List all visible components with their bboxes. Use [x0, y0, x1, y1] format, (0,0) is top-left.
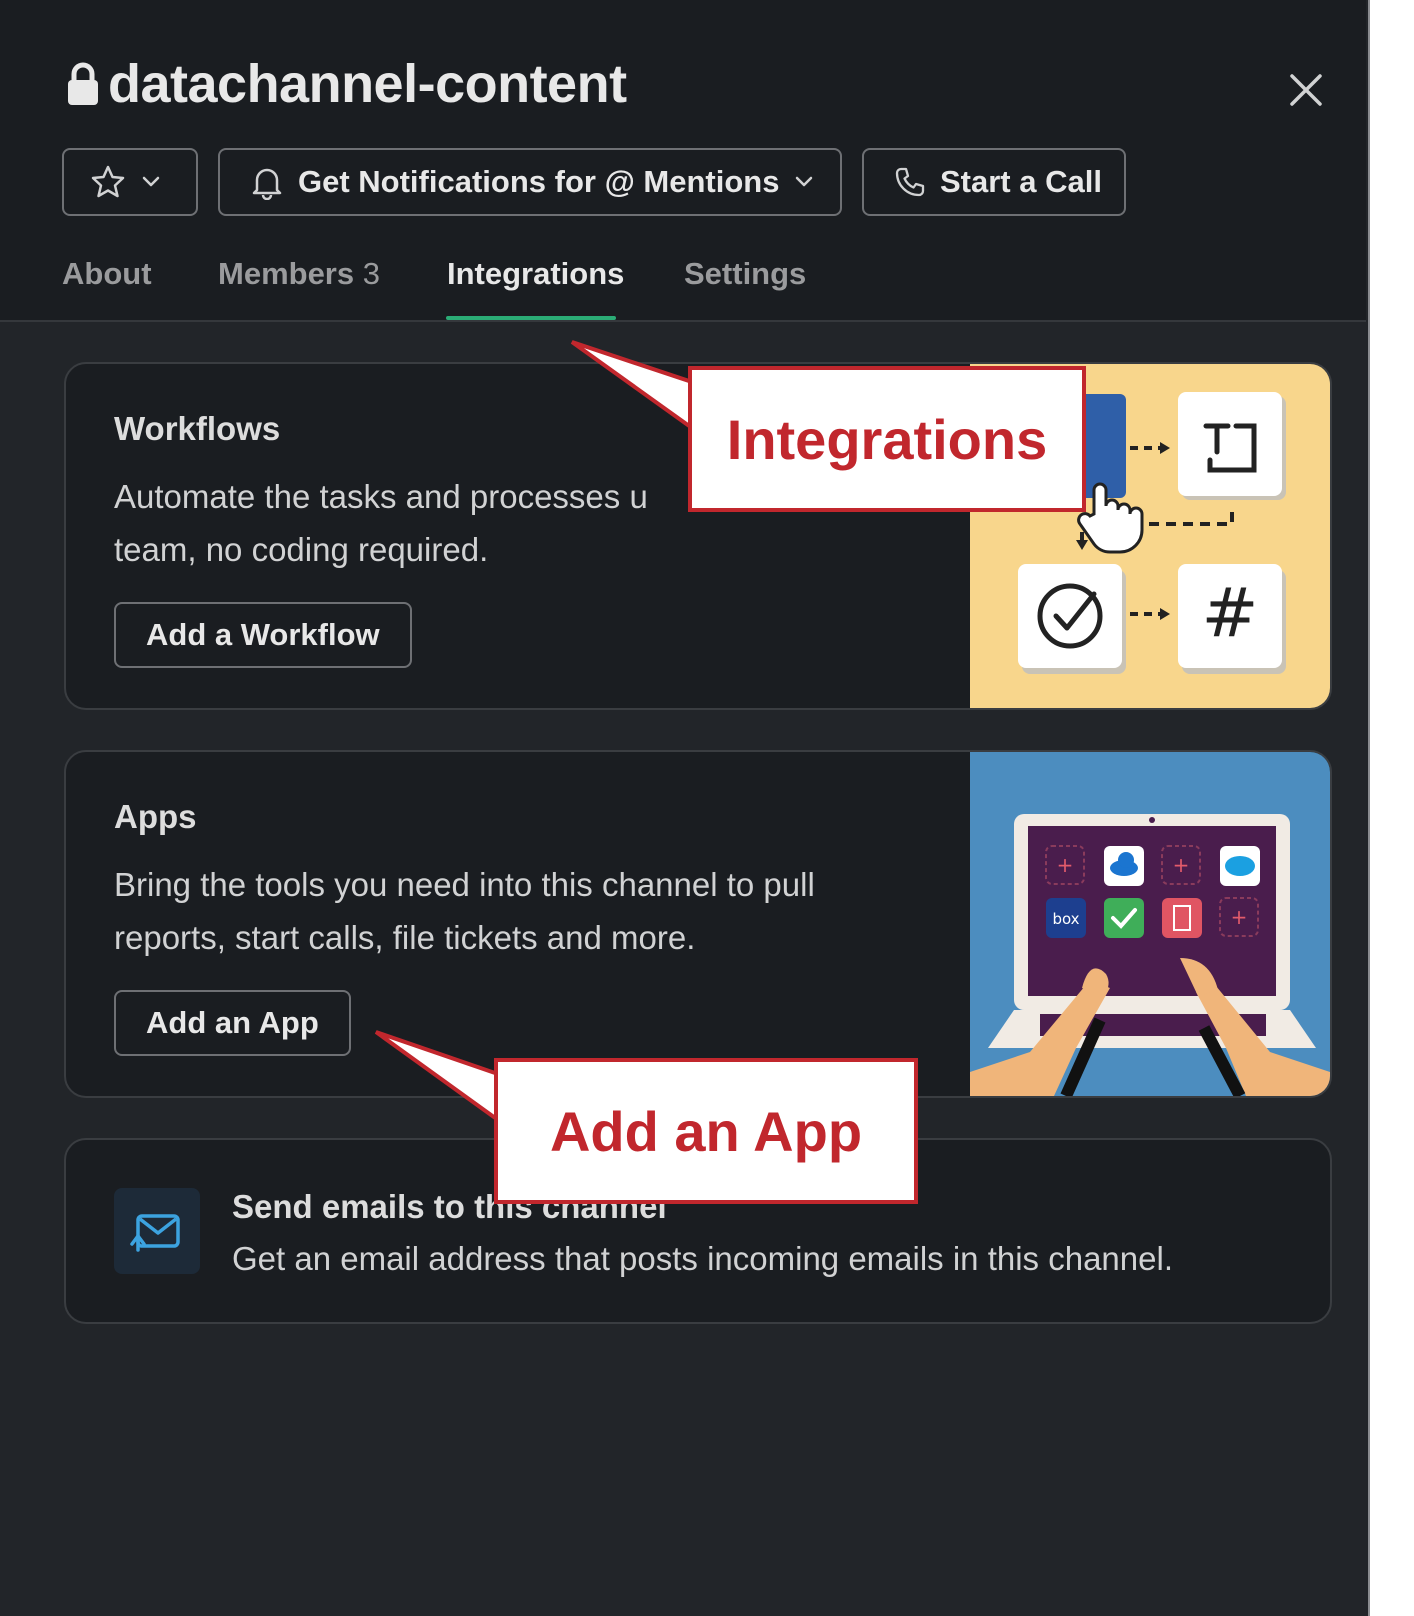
window-edge — [1368, 0, 1414, 1616]
header-divider — [0, 320, 1366, 322]
box-logo-text: box — [1052, 910, 1079, 928]
notifications-button[interactable]: Get Notifications for @ Mentions — [218, 148, 842, 216]
star-dropdown-button[interactable] — [62, 148, 198, 216]
add-app-button[interactable]: Add an App — [114, 990, 351, 1056]
svg-text:+: + — [1231, 905, 1248, 929]
bell-icon — [252, 168, 282, 200]
svg-text:+: + — [1173, 853, 1190, 877]
email-icon-box — [114, 1188, 200, 1274]
tab-members-label: Members — [218, 256, 355, 291]
svg-text:+: + — [1057, 853, 1074, 877]
channel-title: datachannel-content — [66, 52, 627, 116]
star-icon — [91, 165, 125, 198]
apps-title: Apps — [114, 798, 197, 835]
tab-about[interactable]: About — [62, 256, 152, 292]
integrations-callout: Integrations — [688, 366, 1086, 512]
apps-description: Bring the tools you need into this chann… — [114, 858, 934, 964]
chevron-down-icon — [796, 176, 813, 187]
add-workflow-button[interactable]: Add a Workflow — [114, 602, 412, 668]
apps-description-line: Bring the tools you need into this chann… — [114, 866, 815, 903]
email-inbox-icon — [130, 1214, 180, 1252]
tab-integrations[interactable]: Integrations — [447, 256, 624, 292]
svg-text:#: # — [1202, 574, 1259, 653]
tab-settings-label: Settings — [684, 256, 807, 291]
apps-description-line: reports, start calls, file tickets and m… — [114, 919, 696, 956]
window-edge-line — [1368, 0, 1370, 1616]
phone-icon — [895, 167, 925, 197]
lock-icon — [68, 62, 98, 105]
workflows-description-line: team, no coding required. — [114, 531, 489, 568]
start-call-button[interactable]: Start a Call — [862, 148, 1126, 216]
apps-illustration: + + box + — [970, 752, 1330, 1096]
close-icon[interactable] — [1286, 70, 1326, 110]
members-count: 3 — [362, 256, 380, 291]
apps-card: Apps Bring the tools you need into this … — [64, 750, 1332, 1098]
email-description: Get an email address that posts incoming… — [232, 1240, 1173, 1277]
workflows-title: Workflows — [114, 410, 281, 447]
add-app-callout: Add an App — [494, 1058, 918, 1204]
channel-name: datachannel-content — [108, 54, 627, 114]
tab-members[interactable]: Members 3 — [218, 256, 380, 292]
tab-settings[interactable]: Settings — [684, 256, 806, 292]
tab-about-label: About — [62, 256, 152, 291]
active-tab-indicator — [446, 316, 616, 320]
start-call-label: Start a Call — [940, 164, 1102, 199]
notifications-label: Get Notifications for @ Mentions — [298, 164, 780, 199]
chevron-down-icon — [142, 176, 160, 187]
tab-integrations-label: Integrations — [447, 256, 625, 291]
